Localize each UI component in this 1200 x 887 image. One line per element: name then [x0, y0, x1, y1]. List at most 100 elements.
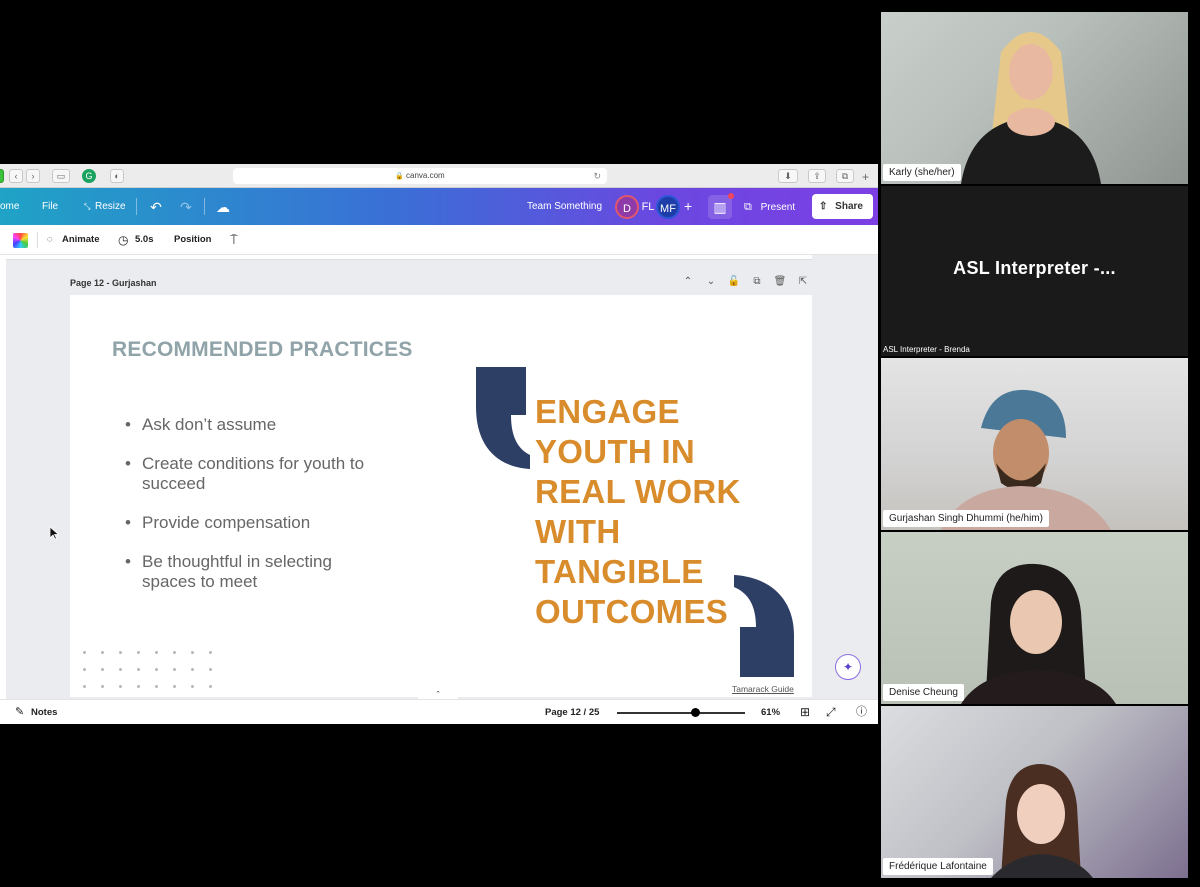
new-tab-icon[interactable]: +	[862, 170, 869, 184]
decorative-dot	[191, 668, 194, 671]
participant-video	[941, 389, 1111, 530]
clock-icon: ◷	[118, 233, 129, 247]
cloud-save-icon[interactable]: ☁	[214, 198, 232, 216]
duplicate-page-icon[interactable]: ⧉	[750, 275, 764, 289]
share-button[interactable]: ⇧ Share	[812, 194, 873, 219]
color-picker-icon[interactable]	[13, 233, 28, 248]
decorative-dot	[101, 651, 104, 654]
decorative-dot	[83, 651, 86, 654]
duration-button[interactable]: 5.0s	[135, 225, 154, 255]
decorative-dot	[173, 668, 176, 671]
zoom-percent[interactable]: 61%	[761, 700, 780, 724]
undo-icon[interactable]: ↶	[147, 198, 165, 216]
help-icon[interactable]: ⓘ	[856, 700, 867, 724]
slide-page[interactable]: RECOMMENDED PRACTICES Ask don’t assume C…	[70, 295, 812, 697]
slide-title[interactable]: RECOMMENDED PRACTICES	[112, 338, 413, 362]
open-quote-mark-icon[interactable]	[476, 367, 530, 469]
resize-icon: ⤡	[84, 202, 91, 211]
forward-button[interactable]: ›	[26, 169, 40, 183]
decorative-dot	[119, 651, 122, 654]
participant-name: Gurjashan Singh Dhummi (he/him)	[883, 510, 1049, 527]
notes-button[interactable]: Notes	[31, 700, 57, 724]
quote-text[interactable]: ENGAGE YOUTH IN REAL WORK WITH TANGIBLE …	[535, 392, 741, 632]
insights-chart-icon[interactable]: ▥	[708, 195, 732, 219]
add-collaborator-button[interactable]: +	[684, 188, 692, 225]
grammarly-icon[interactable]: G	[82, 169, 96, 183]
decorative-dot	[209, 651, 212, 654]
source-link[interactable]: Tamarack Guide	[732, 684, 794, 694]
decorative-dot	[209, 668, 212, 671]
chevron-up-icon[interactable]: ⌃	[418, 691, 458, 699]
participant-name: Frédérique Lafontaine	[883, 858, 993, 875]
previous-page-edge	[6, 255, 812, 260]
bullet-item: Ask don’t assume	[125, 415, 425, 435]
decorative-dot	[137, 651, 140, 654]
shared-screen: ‹ › ▭ G ◐ 🔒 canva.com ↻ ⬇ ⇪ ⧉ + ome File …	[0, 164, 878, 724]
quote-line: REAL WORK	[535, 473, 741, 510]
lock-icon: 🔒	[395, 173, 405, 180]
animate-icon: ◌	[47, 234, 53, 245]
delete-page-icon[interactable]: 🗑	[773, 275, 787, 289]
present-button[interactable]: ⧉ Present	[737, 195, 807, 219]
file-menu-button[interactable]: File	[42, 188, 58, 225]
editor-toolbar: ◌ Animate ◷ 5.0s Position ⍑	[0, 225, 878, 255]
participant-tile[interactable]: Denise Cheung	[881, 532, 1188, 704]
team-name[interactable]: Team Something	[527, 188, 602, 225]
position-button[interactable]: Position	[174, 225, 211, 255]
fullscreen-icon[interactable]: ⤢	[826, 700, 836, 724]
resize-button[interactable]: Resize	[95, 188, 126, 225]
zoom-slider-knob[interactable]	[691, 708, 701, 717]
present-icon: ⧉	[744, 201, 752, 213]
participant-video	[961, 563, 1116, 704]
bullet-item: Be thoughtful in selecting spaces to mee…	[125, 552, 375, 592]
decorative-dot	[173, 685, 176, 688]
quote-line: OUTCOMES	[535, 593, 729, 630]
download-icon[interactable]: ⬇	[778, 169, 798, 183]
sidebar-icon[interactable]: ▭	[52, 169, 70, 183]
reload-icon[interactable]: ↻	[593, 168, 601, 184]
decorative-dot	[191, 685, 194, 688]
privacy-shield-icon[interactable]: ◐	[110, 169, 124, 183]
participant-tile[interactable]: Karly (she/her)	[881, 12, 1188, 184]
address-bar[interactable]: 🔒 canva.com ↻	[233, 168, 607, 184]
editor-footer: ✎ Notes Page 12 / 25 61% ⊞ ⤢ ⓘ	[0, 699, 878, 724]
page-label: Page 12 - Gurjashan	[70, 278, 157, 288]
quote-line: ENGAGE	[535, 393, 680, 430]
canva-header: ome File ⤡ Resize ↶ ↷ ☁ Team Something D…	[0, 188, 878, 225]
back-button[interactable]: ‹	[9, 169, 23, 183]
participant-tile[interactable]: Frédérique Lafontaine	[881, 706, 1188, 878]
magic-assistant-icon[interactable]: ✦	[835, 654, 861, 680]
participant-tile[interactable]: ASL Interpreter -... ASL Interpreter - B…	[881, 186, 1188, 356]
zoom-slider[interactable]	[617, 712, 745, 714]
decorative-dot	[119, 668, 122, 671]
paint-roller-icon[interactable]: ⍑	[230, 225, 238, 255]
bullet-item: Provide compensation	[125, 513, 425, 533]
bullet-list[interactable]: Ask don’t assume Create conditions for y…	[125, 415, 425, 611]
move-page-up-icon[interactable]: ⌃	[681, 275, 695, 289]
redo-icon[interactable]: ↷	[177, 198, 195, 216]
participant-video	[991, 764, 1093, 878]
header-divider	[204, 198, 205, 215]
participant-name: Karly (she/her)	[883, 164, 961, 181]
notes-icon: ✎	[15, 706, 25, 718]
avatar[interactable]: MF	[656, 195, 680, 219]
decorative-dot	[191, 651, 194, 654]
window-zoom-button[interactable]	[0, 169, 4, 183]
move-page-down-icon[interactable]: ⌄	[704, 275, 718, 289]
participant-tile[interactable]: Gurjashan Singh Dhummi (he/him)	[881, 358, 1188, 530]
decorative-dot	[209, 685, 212, 688]
grid-view-icon[interactable]: ⊞	[800, 700, 810, 724]
share-sheet-icon[interactable]: ⇪	[808, 169, 826, 183]
lock-page-icon[interactable]: 🔓	[727, 275, 741, 289]
animate-button[interactable]: Animate	[62, 225, 99, 255]
notification-dot	[728, 193, 734, 199]
home-button[interactable]: ome	[0, 188, 19, 225]
tabs-overview-icon[interactable]: ⧉	[836, 169, 854, 183]
page-indicator[interactable]: Page 12 / 25	[545, 700, 599, 724]
close-quote-mark-icon[interactable]	[734, 575, 794, 677]
decorative-dot	[155, 668, 158, 671]
quote-line: WITH	[535, 513, 621, 550]
add-page-icon[interactable]: ⇱	[796, 275, 810, 289]
decorative-dot	[101, 685, 104, 688]
bullet-item: Create conditions for youth to succeed	[125, 454, 385, 494]
